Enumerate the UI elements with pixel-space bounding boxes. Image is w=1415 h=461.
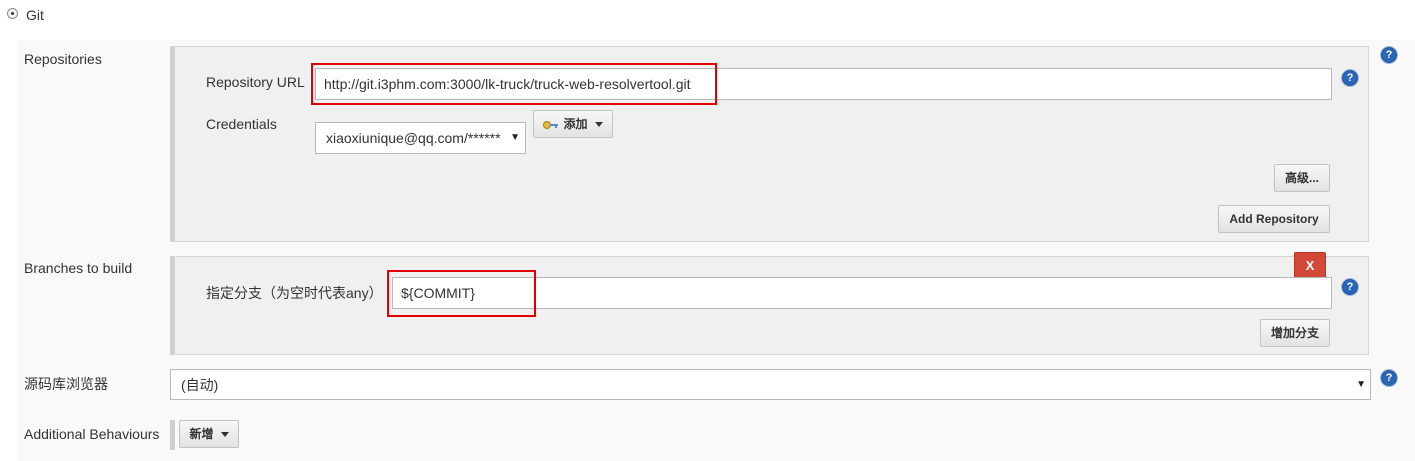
add-credentials-button[interactable]: 添加 bbox=[533, 110, 613, 138]
delete-branch-label: X bbox=[1305, 258, 1315, 273]
branch-specifier-label: 指定分支（为空时代表any） bbox=[206, 285, 383, 301]
delete-branch-button[interactable]: X bbox=[1294, 252, 1326, 279]
credentials-label: Credentials bbox=[206, 116, 277, 132]
additional-behaviours-label: Additional Behaviours bbox=[24, 426, 160, 442]
advanced-label: 高级... bbox=[1284, 171, 1319, 185]
scm-git-label: Git bbox=[26, 7, 44, 23]
add-repository-label: Add Repository bbox=[1229, 212, 1319, 226]
add-branch-button[interactable]: 增加分支 bbox=[1260, 319, 1330, 347]
repository-browser-select[interactable]: (自动) ▼ bbox=[170, 369, 1371, 400]
add-behaviour-button[interactable]: 新增 bbox=[179, 420, 239, 448]
add-behaviour-label: 新增 bbox=[189, 427, 214, 441]
behaviours-chunk-bar bbox=[170, 420, 175, 450]
radio-selected-icon[interactable] bbox=[7, 8, 18, 19]
repository-url-label: Repository URL bbox=[206, 74, 305, 90]
key-icon bbox=[543, 120, 559, 129]
help-icon[interactable]: ? bbox=[1341, 69, 1359, 87]
help-icon[interactable]: ? bbox=[1341, 278, 1359, 296]
chevron-down-icon: ▼ bbox=[510, 132, 520, 143]
help-icon[interactable]: ? bbox=[1380, 369, 1398, 387]
credentials-value: xiaoxiunique@qq.com/****** bbox=[326, 130, 501, 146]
chevron-down-icon: ▼ bbox=[1356, 379, 1366, 390]
repository-browser-label: 源码库浏览器 bbox=[24, 376, 108, 392]
credentials-select[interactable]: xiaoxiunique@qq.com/****** ▼ bbox=[315, 122, 526, 154]
branch-specifier-highlight bbox=[387, 270, 536, 317]
add-branch-label: 增加分支 bbox=[1270, 326, 1319, 340]
chevron-down-icon bbox=[594, 122, 603, 128]
add-credentials-label: 添加 bbox=[563, 117, 588, 131]
repository-browser-value: (自动) bbox=[181, 377, 219, 393]
repositories-label: Repositories bbox=[24, 51, 102, 67]
chevron-down-icon bbox=[220, 432, 229, 438]
add-repository-button[interactable]: Add Repository bbox=[1218, 205, 1330, 233]
scm-git-option[interactable]: Git bbox=[0, 0, 1415, 30]
help-icon[interactable]: ? bbox=[1380, 46, 1398, 64]
repository-url-highlight bbox=[311, 63, 717, 105]
branches-label: Branches to build bbox=[24, 260, 133, 276]
advanced-button[interactable]: 高级... bbox=[1274, 164, 1330, 192]
